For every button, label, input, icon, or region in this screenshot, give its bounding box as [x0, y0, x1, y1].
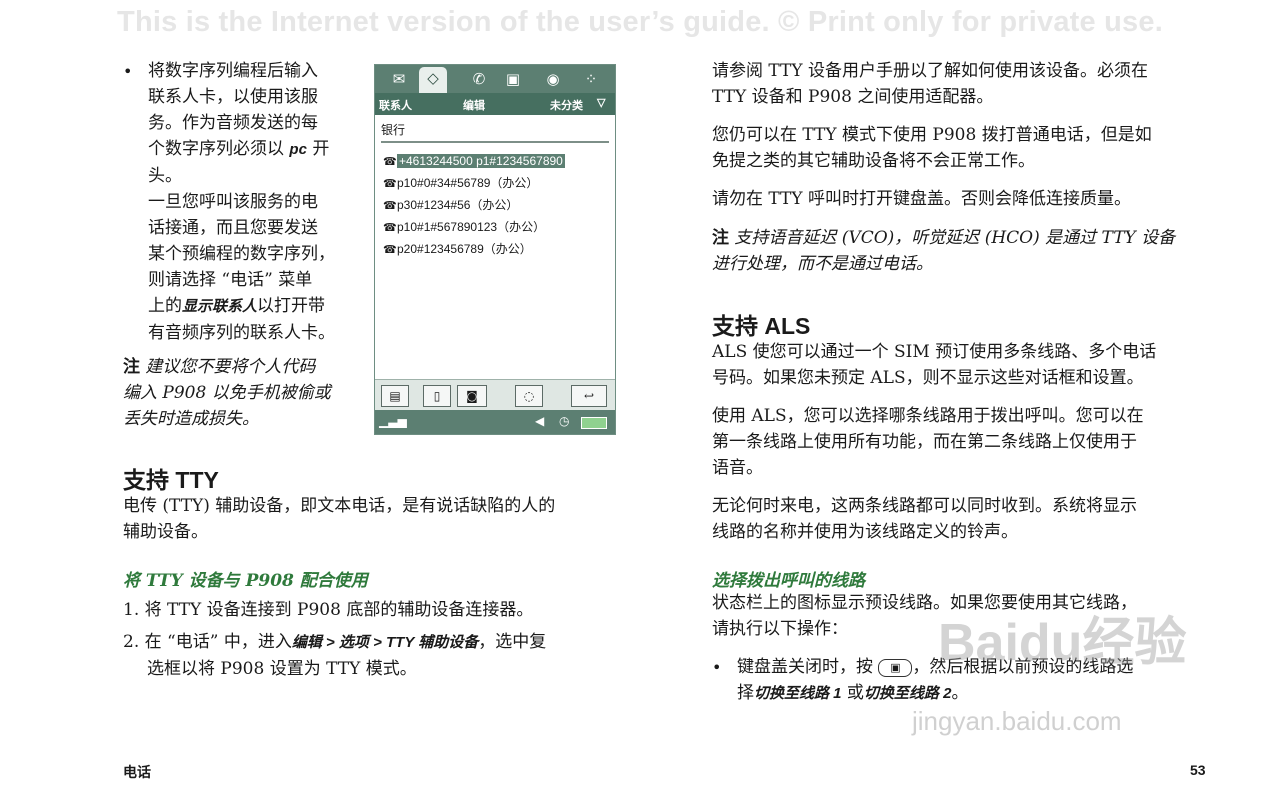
phone-icon: ☎	[383, 222, 397, 234]
key-button-icon: ▣	[878, 658, 913, 677]
note-icon: ▯	[423, 385, 451, 407]
phone-tab-bar: ✉ ◇ ✆ ▣ ◉ ⁘	[375, 65, 615, 93]
text-line: 一旦您呼叫该服务的电	[148, 192, 318, 212]
text-line: 务。作为音频发送的每	[148, 113, 318, 133]
signal-icon: ▁▃▅	[379, 414, 407, 428]
note-label: 注	[712, 228, 729, 248]
phone-number-item: ☎ +4613244500 p1#1234567890	[383, 152, 565, 170]
battery-icon	[581, 417, 607, 429]
als-paragraph-2: 使用 ALS，您可以选择哪条线路用于拨出呼叫。您可以在 第一条线路上使用所有功能…	[712, 406, 1144, 478]
bullet-dot: •	[712, 658, 722, 677]
subheading-tty-use: 将 TTY 设备与 P908 配合使用	[123, 571, 368, 591]
show-contact-menu-term: 显示联系人	[182, 298, 258, 315]
section-heading-tty: 支持 TTY	[123, 467, 219, 493]
pc-code: pc	[289, 141, 307, 158]
text-line: 头。	[148, 166, 182, 186]
search-globe-icon: ◉	[546, 70, 560, 88]
note-left: 注 建议您不要将个人代码 编入 P908 以免手机被偷或 丢失时造成损失。	[123, 357, 331, 429]
step-1: 1. 将 TTY 设备连接到 P908 底部的辅助设备连接器。	[123, 600, 534, 620]
phone-number-item: ☎p10#1#567890123（办公）	[383, 218, 545, 236]
phone-icon: ☎	[383, 178, 397, 190]
text-line: 则请选择 “电话” 菜单	[148, 270, 313, 290]
switch-line-2-term: 切换至线路 2	[863, 685, 952, 702]
menu-edit: 编辑	[463, 100, 485, 112]
phone-number-item: ☎p20#123456789（办公）	[383, 240, 532, 258]
chevron-down-icon: ▽	[597, 97, 606, 109]
apps-grid-icon: ⁘	[584, 70, 598, 88]
camera-icon: ◙	[457, 385, 487, 407]
switch-line-1-term: 切换至线路 1	[754, 685, 842, 702]
contacts-tag-icon: ◇	[419, 67, 447, 93]
als-paragraph-3: 无论何时来电，这两条线路都可以同时收到。系统将显示 线路的名称并使用为该线路定义…	[712, 496, 1137, 542]
calendar-icon: ▣	[505, 70, 521, 88]
bullet-dot: •	[123, 62, 133, 81]
baidu-watermark: Baidu经验	[938, 614, 1187, 672]
text-line: 将数字序列编程后输入	[148, 61, 318, 81]
footer-section-label: 电话	[123, 764, 151, 780]
note-right: 注 支持语音延迟 (VCO)，听觉延迟 (HCO) 是通过 TTY 设备 进行处…	[712, 228, 1176, 274]
menu-contacts: 联系人	[379, 100, 412, 112]
text-line: 联系人卡，以使用该服	[148, 87, 318, 107]
step-2: 2. 在 “电话” 中，进入编辑 > 选项 > TTY 辅助设备，选中复 选框以…	[123, 632, 547, 679]
envelope-icon: ✉	[392, 70, 406, 88]
menu-path: 编辑 > 选项 > TTY 辅助设备	[291, 634, 479, 651]
phone-screenshot: ✉ ◇ ✆ ▣ ◉ ⁘ 联系人 编辑 未分类 ▽ 银行 ☎ +4613244500…	[374, 64, 616, 435]
text-line: 个数字序列必须以 pc 开	[148, 139, 330, 159]
phone-bottom-toolbar: ▤ ▯ ◙ ◌ ↩	[375, 379, 615, 410]
baidu-watermark-url: jingyan.baidu.com	[912, 706, 1122, 736]
note-label: 注	[123, 357, 140, 377]
text-line: 某个预编程的数字序列，	[148, 244, 335, 264]
subheading-select-line: 选择拨出呼叫的线路	[712, 571, 865, 591]
section-heading-als: 支持 ALS	[712, 313, 811, 339]
right-paragraph-3: 请勿在 TTY 呼叫时打开键盘盖。否则会降低连接质量。	[712, 189, 1132, 209]
phone-status-bar: ▁▃▅ ◀ ◷	[375, 410, 615, 434]
phone-icon: ☎	[383, 244, 397, 256]
als-paragraph-1: ALS 使您可以通过一个 SIM 预订使用多条线路、多个电话 号码。如果您未预定…	[712, 342, 1157, 388]
right-paragraph-1: 请参阅 TTY 设备用户手册以了解如何使用该设备。必须在 TTY 设备和 P90…	[712, 61, 1149, 107]
text-line: 有音频序列的联系人卡。	[148, 323, 335, 343]
footer-page-number: 53	[1190, 762, 1206, 778]
clock-icon: ◷	[559, 414, 570, 428]
bullet-paragraph: 将数字序列编程后输入 联系人卡，以使用该服 务。作为音频发送的每 个数字序列必须…	[148, 58, 335, 346]
speaker-icon: ◀	[535, 414, 545, 428]
text-line: 上的显示联系人以打开带	[148, 296, 326, 316]
tty-description: 电传 (TTY) 辅助设备，即文本电话，是有说话缺陷的人的 辅助设备。	[123, 496, 556, 542]
phone-number-item: ☎p30#1234#56（办公）	[383, 196, 518, 214]
text-line: 话接通，而且您要发送	[148, 218, 318, 238]
phone-icon: ☎	[383, 200, 397, 212]
list-view-icon: ▤	[381, 385, 409, 407]
private-use-banner: This is the Internet version of the user…	[117, 6, 1163, 38]
phone-handset-icon: ✆	[472, 70, 486, 88]
phone-menu-bar: 联系人 编辑 未分类 ▽	[375, 93, 615, 115]
back-arrow-icon: ↩	[571, 385, 607, 407]
chat-bubble-icon: ◌	[515, 385, 543, 407]
menu-category: 未分类	[550, 100, 583, 112]
phone-number-item: ☎p10#0#34#56789（办公）	[383, 174, 538, 192]
phone-icon: ☎	[383, 156, 397, 168]
phone-search-field: 银行	[381, 119, 609, 143]
right-paragraph-2: 您仍可以在 TTY 模式下使用 P908 拨打普通电话，但是如 免提之类的其它辅…	[712, 125, 1152, 171]
